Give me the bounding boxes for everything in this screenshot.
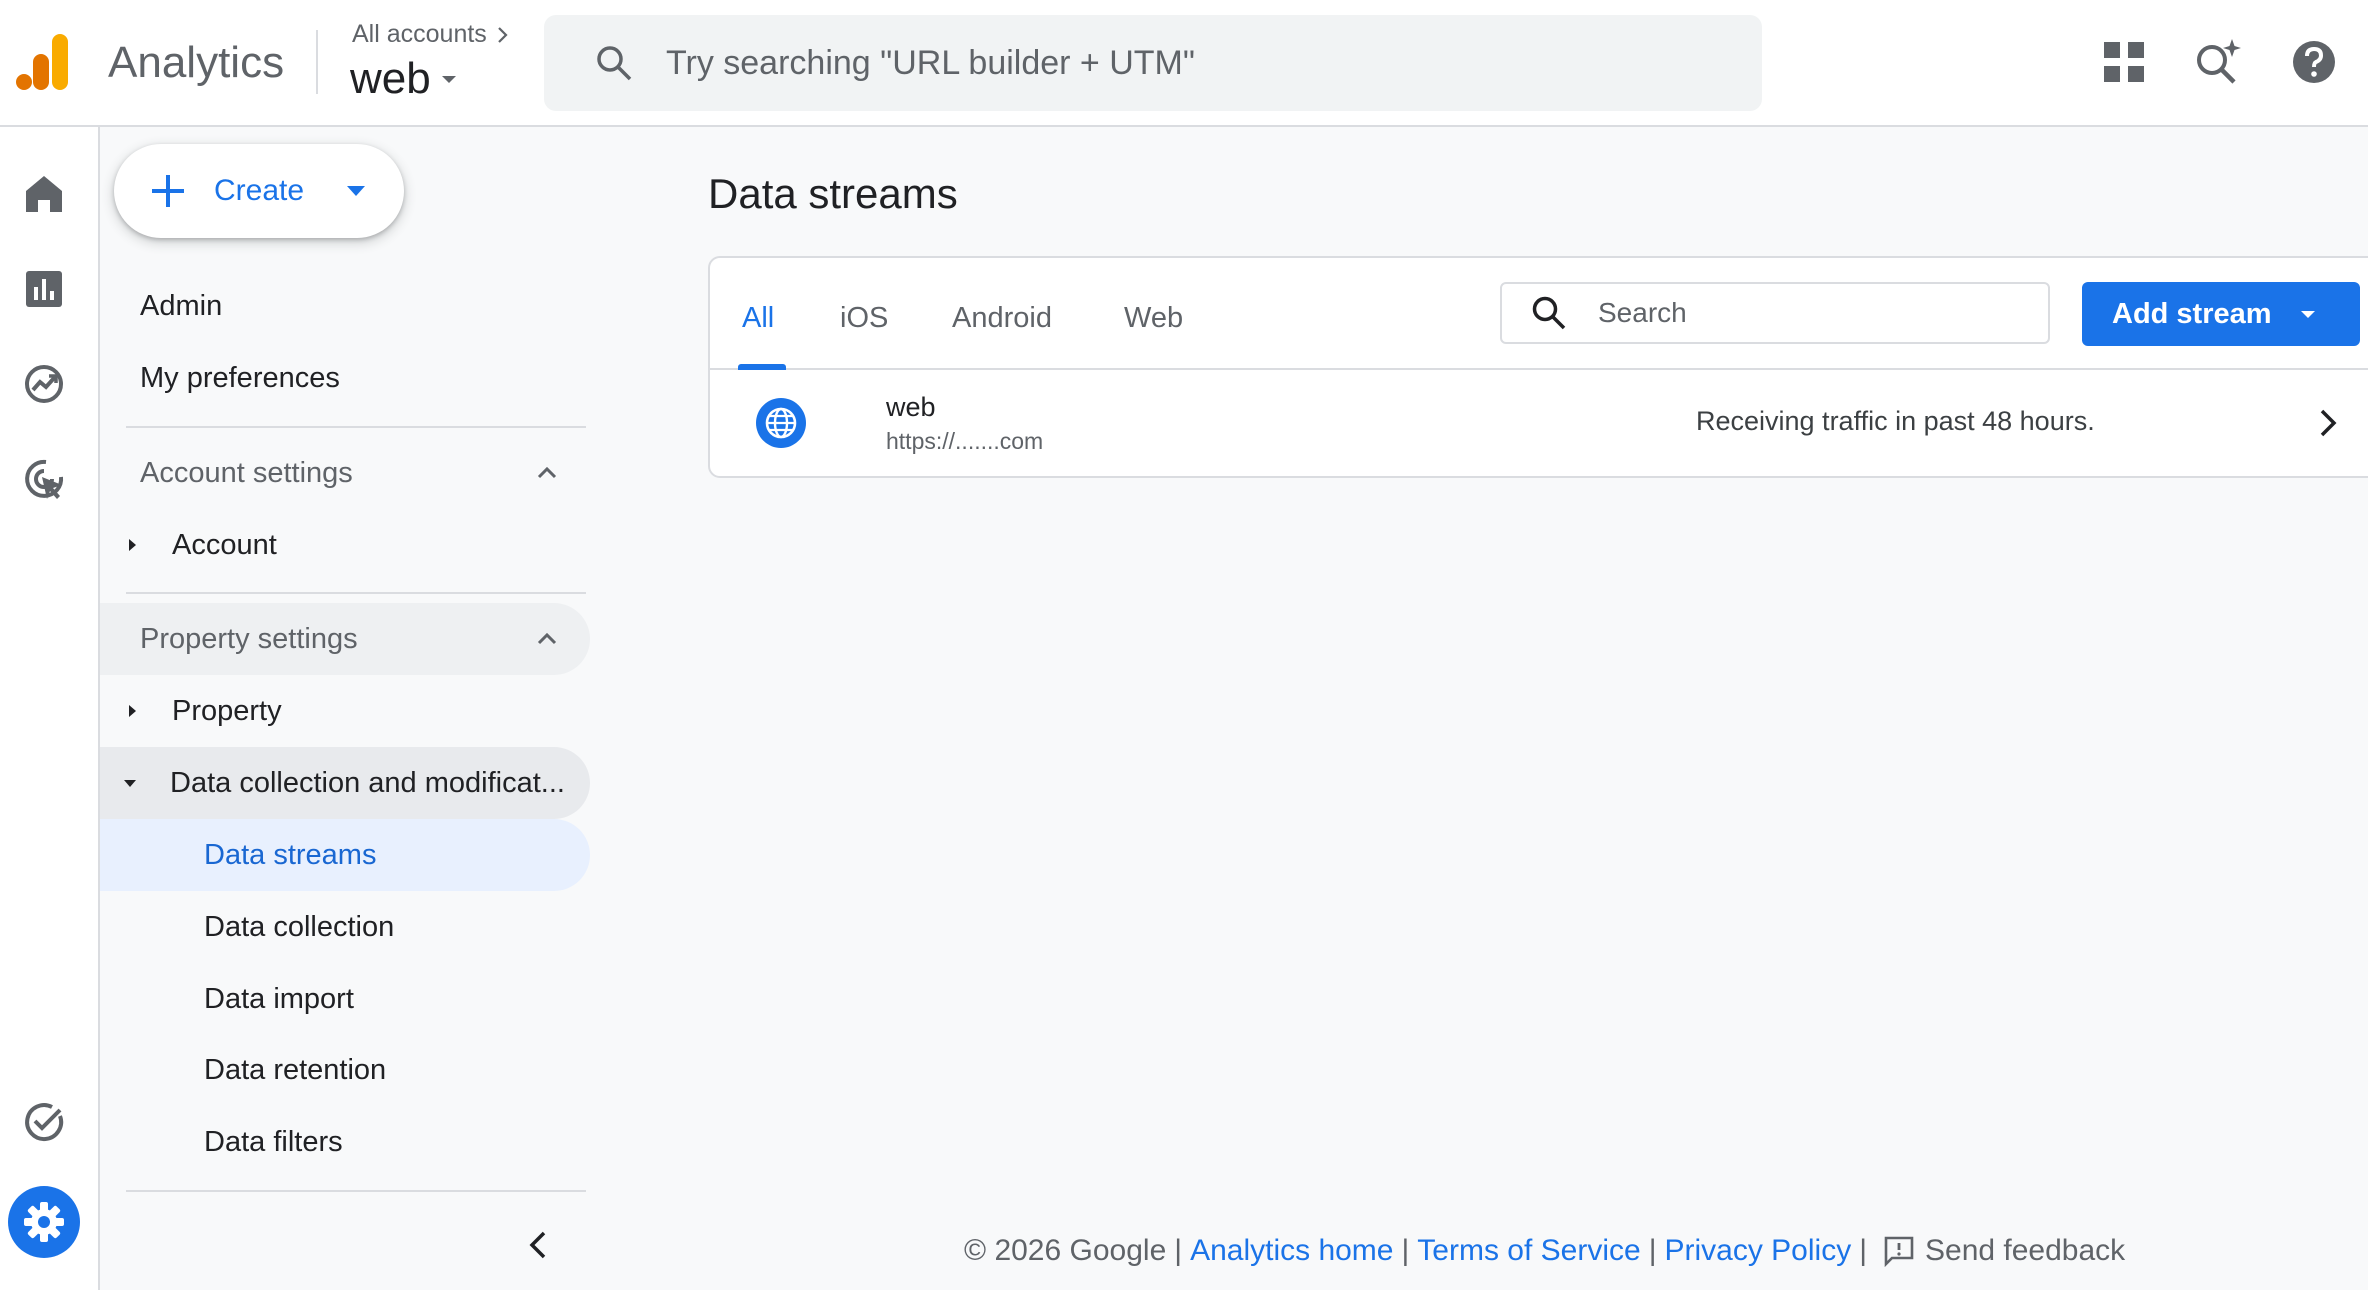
nav-section-property-settings[interactable]: Property settings <box>100 603 590 675</box>
nav-item-data-filters[interactable]: Data filters <box>100 1106 590 1178</box>
collapse-nav-chevron-left-icon[interactable] <box>522 1228 556 1262</box>
explore-icon[interactable] <box>22 362 66 406</box>
nav-item-label: Data streams <box>204 838 377 871</box>
section-label: Account settings <box>140 456 353 489</box>
footer-separator: | <box>1648 1234 1657 1267</box>
nav-item-data-retention[interactable]: Data retention <box>100 1034 590 1106</box>
nav-item-property[interactable]: Property <box>100 675 590 747</box>
footer-separator: | <box>1401 1234 1410 1267</box>
nav-my-preferences[interactable]: My preferences <box>140 362 340 395</box>
search-insights-icon[interactable] <box>2192 36 2244 88</box>
stream-search-box[interactable] <box>1500 282 2050 344</box>
property-switcher[interactable]: web <box>350 54 461 104</box>
globe-icon-glyph <box>765 407 797 439</box>
add-stream-button[interactable]: Add stream <box>2082 282 2360 346</box>
tab-ios[interactable]: iOS <box>840 302 888 335</box>
checklist-check-icon[interactable] <box>22 1100 66 1144</box>
feedback-icon[interactable] <box>1883 1235 1915 1267</box>
property-name: web <box>350 54 431 103</box>
nav-item-data-collection-and-modification[interactable]: Data collection and modificat... <box>100 747 590 819</box>
help-icon[interactable] <box>2288 36 2340 88</box>
top-app-bar: Analytics All accounts web <box>0 0 2368 127</box>
caret-down-icon <box>347 186 366 196</box>
breadcrumb-label: All accounts <box>352 20 487 48</box>
caret-right-icon <box>129 539 136 551</box>
stream-platform-tabs: All iOS Android Web Add stream <box>710 258 2368 370</box>
nav-item-data-import[interactable]: Data import <box>100 963 590 1035</box>
add-stream-label: Add stream <box>2112 297 2272 330</box>
stream-name: web <box>886 392 936 422</box>
nav-item-data-streams[interactable]: Data streams <box>100 819 590 891</box>
reports-icon[interactable] <box>22 267 66 311</box>
chevron-right-icon[interactable] <box>2310 406 2344 440</box>
nav-divider <box>126 1190 586 1192</box>
footer-copyright: © 2026 Google <box>964 1234 1167 1267</box>
global-search-input[interactable] <box>666 43 1666 83</box>
gear-icon <box>24 1202 64 1242</box>
footer-terms-link[interactable]: Terms of Service <box>1417 1234 1640 1268</box>
chevron-up-icon <box>537 466 557 479</box>
stream-row[interactable]: web https://.......com Receiving traffic… <box>710 370 2368 476</box>
nav-item-label: Data retention <box>204 1053 387 1086</box>
stream-url: https://.......com <box>886 428 1044 454</box>
nav-item-label: Data import <box>204 982 354 1015</box>
footer-analytics-home-link[interactable]: Analytics home <box>1190 1234 1393 1268</box>
nav-item-data-collection[interactable]: Data collection <box>100 891 590 963</box>
data-streams-card: All iOS Android Web Add stream <box>708 256 2368 478</box>
create-button-label: Create <box>214 174 305 207</box>
page-title: Data streams <box>708 170 958 217</box>
caret-down-icon <box>441 76 456 83</box>
apps-grid-icon[interactable] <box>2098 36 2150 88</box>
create-button[interactable]: Create <box>114 144 404 238</box>
analytics-logo-icon[interactable] <box>16 32 72 92</box>
nav-divider <box>126 426 586 428</box>
nav-section-account-settings[interactable]: Account settings <box>100 437 590 509</box>
header-divider <box>316 30 318 94</box>
nav-item-label: Data collection <box>204 910 395 943</box>
tab-web[interactable]: Web <box>1124 302 1183 335</box>
global-search-bar[interactable] <box>544 15 1762 111</box>
stream-status: Receiving traffic in past 48 hours. <box>1696 406 2095 436</box>
nav-item-label: Data collection and modificat... <box>170 766 565 799</box>
nav-item-account[interactable]: Account <box>100 509 590 581</box>
footer-privacy-link[interactable]: Privacy Policy <box>1664 1234 1851 1268</box>
footer: © 2026 Google | Analytics home | Terms o… <box>964 1234 2125 1268</box>
left-navigation-rail <box>0 127 100 1290</box>
search-icon <box>1532 296 1566 330</box>
nav-item-label: Property <box>172 694 282 727</box>
admin-settings-button[interactable] <box>8 1186 80 1258</box>
footer-separator: | <box>1174 1234 1183 1267</box>
advertising-icon[interactable] <box>22 457 66 501</box>
home-icon[interactable] <box>22 172 66 216</box>
search-icon <box>597 46 632 81</box>
section-label: Property settings <box>140 622 358 655</box>
tab-all[interactable]: All <box>742 302 774 335</box>
all-accounts-breadcrumb[interactable]: All accounts <box>352 20 513 49</box>
stream-search-input[interactable] <box>1598 297 2018 329</box>
nav-divider <box>126 592 586 594</box>
chevron-right-icon <box>498 26 508 43</box>
tab-android[interactable]: Android <box>952 302 1052 335</box>
nav-item-label: Account <box>172 528 277 561</box>
caret-down-icon <box>124 780 136 787</box>
footer-separator: | <box>1859 1234 1867 1267</box>
nav-item-label: Data filters <box>204 1125 343 1158</box>
product-name: Analytics <box>108 38 285 87</box>
footer-send-feedback[interactable]: Send feedback <box>1925 1234 2125 1268</box>
plus-icon <box>152 175 184 207</box>
globe-icon <box>756 398 806 448</box>
caret-right-icon <box>129 705 136 717</box>
chevron-up-icon <box>537 632 557 645</box>
caret-down-icon <box>2300 311 2315 318</box>
nav-admin[interactable]: Admin <box>140 290 222 323</box>
